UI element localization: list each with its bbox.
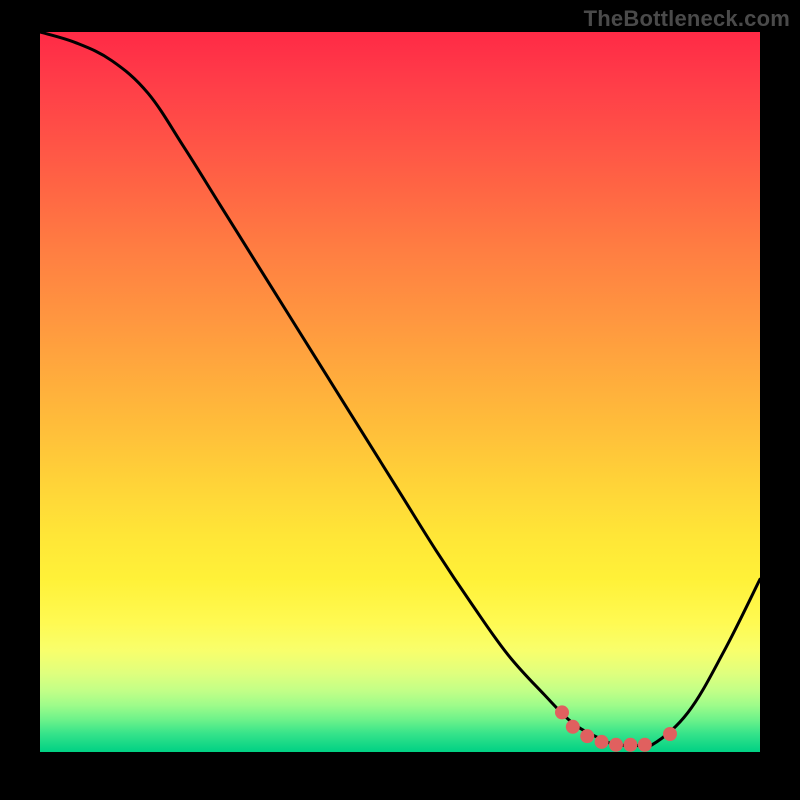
chart-marker bbox=[580, 729, 594, 743]
chart-marker bbox=[609, 738, 623, 752]
chart-curve bbox=[40, 32, 760, 747]
chart-marker bbox=[623, 738, 637, 752]
chart-plot-area bbox=[40, 32, 760, 752]
chart-svg bbox=[40, 32, 760, 752]
chart-marker bbox=[555, 705, 569, 719]
chart-marker bbox=[638, 738, 652, 752]
watermark-text: TheBottleneck.com bbox=[584, 6, 790, 32]
chart-markers bbox=[555, 705, 677, 751]
chart-marker bbox=[595, 735, 609, 749]
chart-marker bbox=[663, 727, 677, 741]
chart-marker bbox=[566, 720, 580, 734]
